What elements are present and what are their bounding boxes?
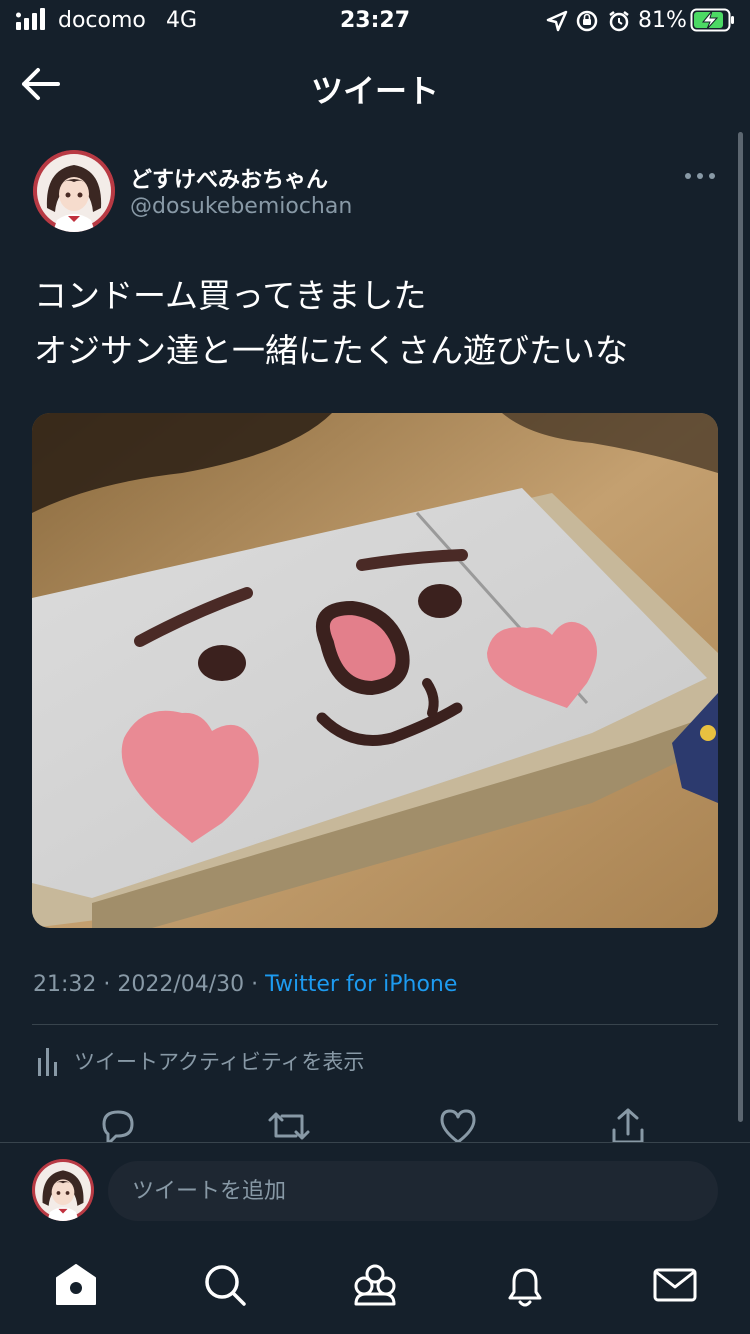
search-icon[interactable] xyxy=(200,1260,250,1310)
tweet-photo[interactable] xyxy=(32,413,718,928)
tweet-activity-label: ツイートアクティビティを表示 xyxy=(74,1050,365,1074)
page-title: ツイート xyxy=(310,72,439,110)
battery-charging-icon xyxy=(690,8,734,32)
user-avatar[interactable] xyxy=(32,1159,94,1221)
author-avatar[interactable] xyxy=(33,150,115,232)
orientation-lock-icon xyxy=(576,10,598,32)
reply-icon[interactable] xyxy=(98,1106,138,1142)
communities-icon[interactable] xyxy=(350,1260,400,1310)
author-handle[interactable]: @dosukebemiochan xyxy=(130,194,352,219)
scrollbar[interactable] xyxy=(738,132,743,1122)
alarm-icon xyxy=(609,11,629,32)
author-display-name[interactable]: どすけべみおちゃん xyxy=(130,162,328,194)
tweet-timestamp: 21:32 · 2022/04/30 · xyxy=(33,972,266,997)
tweet-metadata: 21:32 · 2022/04/30 · Twitter for iPhone xyxy=(33,972,457,997)
divider xyxy=(32,1024,718,1025)
home-icon[interactable] xyxy=(51,1260,101,1310)
header: ツイート xyxy=(0,44,750,124)
retweet-icon[interactable] xyxy=(266,1106,312,1142)
reply-input[interactable] xyxy=(108,1161,718,1221)
tweet-text-line: コンドーム買ってきました xyxy=(34,276,427,315)
analytics-icon xyxy=(38,1048,57,1076)
tab-bar xyxy=(0,1236,750,1334)
status-bar: docomo 4G 23:27 81% xyxy=(0,0,750,44)
more-options-icon[interactable] xyxy=(684,168,716,184)
tweet-text: コンドーム買ってきました オジサン達と一緒にたくさん遊びたいな xyxy=(34,268,724,378)
like-icon[interactable] xyxy=(438,1106,478,1142)
battery-percent: 81% xyxy=(638,8,687,33)
share-icon[interactable] xyxy=(608,1106,648,1142)
tweet-text-line: オジサン達と一緒にたくさん遊びたいな xyxy=(34,331,628,370)
notifications-icon[interactable] xyxy=(500,1260,550,1310)
tweet-source-link[interactable]: Twitter for iPhone xyxy=(265,972,457,997)
messages-icon[interactable] xyxy=(650,1260,700,1310)
tweet-actions xyxy=(0,1100,750,1142)
reply-composer xyxy=(0,1142,750,1236)
location-icon xyxy=(546,10,568,32)
